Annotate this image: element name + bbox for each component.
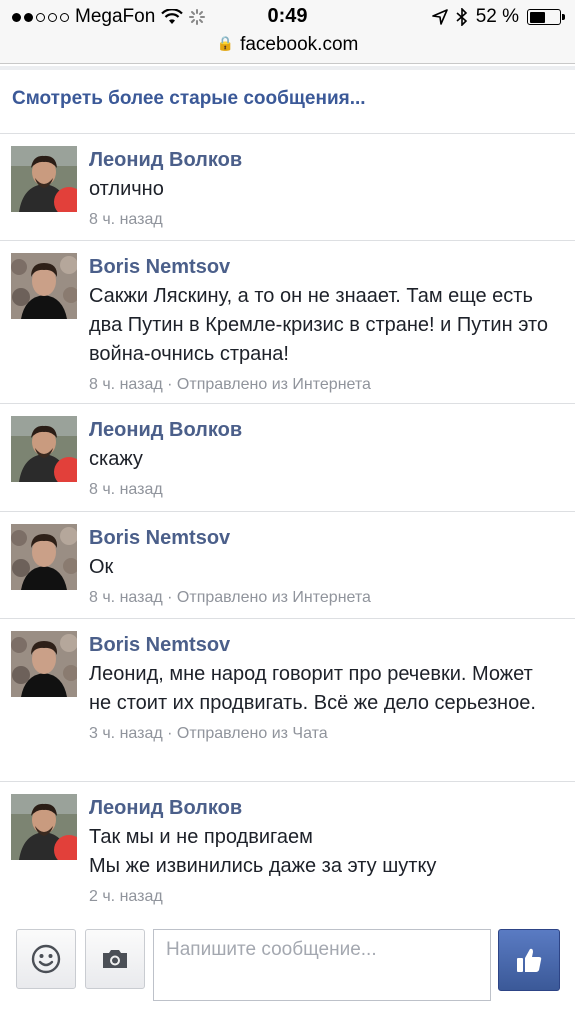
emoji-icon	[31, 944, 61, 974]
message-timestamp: 3 ч. назад	[89, 725, 163, 742]
message-row: Boris Nemtsov Ок 8 ч. назад · Отправлено и…	[0, 512, 575, 619]
avatar[interactable]	[11, 253, 77, 319]
message-body: Boris Nemtsov Ок 8 ч. назад · Отправлено и…	[89, 512, 575, 608]
message-text: Сакжи Ляскину, а то он не знаает. Там ещ…	[89, 285, 549, 365]
message-timestamp: 8 ч. назад	[89, 589, 163, 606]
battery-level-fill	[529, 11, 545, 23]
camera-icon	[103, 950, 127, 968]
message-timestamp: 8 ч. назад	[89, 376, 163, 393]
status-bar: MegaFon 0:49 52 %	[0, 0, 575, 34]
message-body: Леонид Волков отлично 8 ч. назад	[89, 134, 575, 230]
location-arrow-icon	[431, 9, 448, 25]
message-body: Boris Nemtsov Сакжи Ляскину, а то он не з…	[89, 241, 575, 395]
message-row: Boris Nemtsov Сакжи Ляскину, а то он не з…	[0, 241, 575, 404]
message-meta: 8 ч. назад	[89, 480, 555, 500]
battery-percent: 52 %	[475, 6, 519, 27]
message-text: скажу	[89, 448, 143, 470]
message-source: · Отправлено из Интернета	[162, 589, 371, 606]
message-composer: Напишите сообщение...	[0, 912, 575, 1024]
message-source: · Отправлено из Чата	[162, 725, 328, 742]
avatar[interactable]	[11, 416, 77, 482]
battery-icon	[527, 9, 565, 25]
top-divider	[0, 66, 575, 70]
message-text: Так мы и не продвигаем Мы же извинились …	[89, 826, 437, 877]
avatar[interactable]	[11, 524, 77, 590]
message-meta: 3 ч. назад · Отправлено из Чата	[89, 724, 555, 744]
message-meta: 2 ч. назад	[89, 887, 555, 907]
message-meta: 8 ч. назад · Отправлено из Интернета	[89, 375, 555, 395]
message-row: Леонид Волков скажу 8 ч. назад	[0, 404, 575, 512]
message-timestamp: 2 ч. назад	[89, 888, 163, 905]
message-author[interactable]: Boris Nemtsov	[89, 256, 555, 278]
message-author[interactable]: Леонид Волков	[89, 419, 555, 441]
message-author[interactable]: Леонид Волков	[89, 797, 555, 819]
message-timestamp: 8 ч. назад	[89, 211, 163, 228]
message-meta: 8 ч. назад · Отправлено из Интернета	[89, 588, 555, 608]
status-right: 52 %	[431, 6, 565, 28]
url-bar[interactable]: 🔒 facebook.com	[0, 34, 575, 64]
message-meta: 8 ч. назад	[89, 210, 555, 230]
message-source: · Отправлено из Интернета	[162, 376, 371, 393]
message-timestamp: 8 ч. назад	[89, 481, 163, 498]
avatar[interactable]	[11, 794, 77, 860]
like-button[interactable]	[498, 929, 560, 991]
url-text: facebook.com	[240, 34, 359, 55]
message-author[interactable]: Boris Nemtsov	[89, 634, 555, 656]
message-text: отлично	[89, 178, 164, 200]
bluetooth-icon	[456, 8, 467, 26]
see-older-messages-link[interactable]: Смотреть более старые сообщения...	[12, 88, 366, 110]
message-row: Леонид Волков отлично 8 ч. назад	[0, 134, 575, 241]
message-author[interactable]: Леонид Волков	[89, 149, 555, 171]
message-body: Леонид Волков скажу 8 ч. назад	[89, 404, 575, 500]
message-body: Леонид Волков Так мы и не продвигаем Мы ж…	[89, 782, 575, 907]
message-text: Ок	[89, 556, 114, 578]
message-author[interactable]: Boris Nemtsov	[89, 527, 555, 549]
message-text: Леонид, мне народ говорит про речевки. М…	[89, 663, 536, 714]
avatar[interactable]	[11, 146, 77, 212]
message-list: Леонид Волков отлично 8 ч. назад Boris Nemt…	[0, 134, 575, 912]
message-body: Boris Nemtsov Леонид, мне народ говорит п…	[89, 619, 575, 744]
camera-button[interactable]	[85, 929, 145, 989]
message-input[interactable]: Напишите сообщение...	[153, 929, 491, 1001]
message-row: Леонид Волков Так мы и не продвигаем Мы ж…	[0, 782, 575, 912]
emoji-button[interactable]	[16, 929, 76, 989]
message-row: Boris Nemtsov Леонид, мне народ говорит п…	[0, 619, 575, 782]
thumbs-up-icon	[517, 948, 542, 972]
avatar[interactable]	[11, 631, 77, 697]
lock-icon: 🔒	[216, 35, 235, 51]
